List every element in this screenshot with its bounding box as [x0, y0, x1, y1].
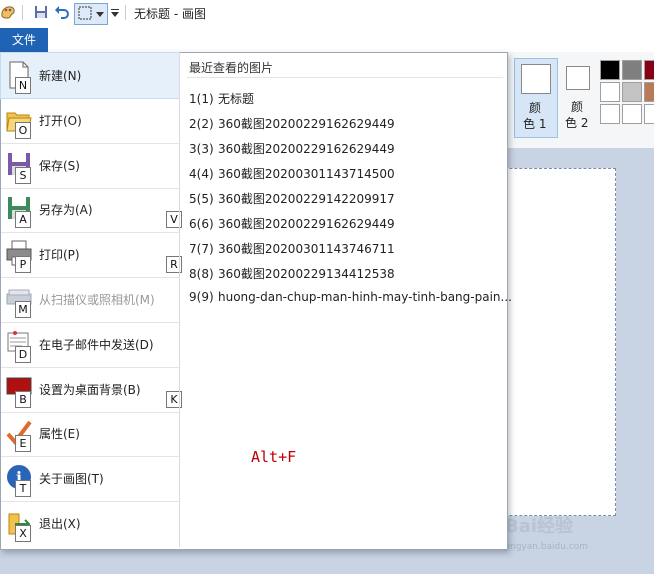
title-bar: 无标题 - 画图	[0, 0, 654, 26]
color2-swatch	[566, 66, 590, 90]
palette-swatch[interactable]	[622, 82, 642, 102]
recent-item-name: 360截图20200229142209917	[218, 192, 395, 206]
recent-item-number: 6(6)	[189, 217, 214, 231]
recent-pictures-list: 1(1) 无标题 2(2) 360截图20200229162629449 3(3) 360…	[1, 53, 512, 353]
palette-swatch[interactable]	[644, 104, 654, 124]
watermark-logo: Bai经验	[505, 516, 574, 537]
file-tab[interactable]: 文件	[0, 28, 48, 52]
recent-item-number: 1(1)	[189, 92, 214, 106]
quick-access-dropdown-icon[interactable]	[110, 8, 120, 18]
select-button[interactable]	[74, 3, 108, 25]
color2-label-line1: 颜	[571, 100, 584, 114]
recent-item-name: 360截图20200301143746711	[218, 242, 395, 256]
color1-label-line2: 色 1	[523, 117, 547, 131]
recent-picture-item[interactable]: 4(4) 360截图20200301143714500	[189, 165, 395, 182]
color2-label-line2: 色 2	[565, 116, 589, 130]
window-title: 无标题 - 画图	[134, 7, 206, 21]
menu-item-label: 关于画图(T)	[39, 472, 104, 487]
recent-item-name: 360截图20200229162629449	[218, 117, 395, 131]
recent-picture-item[interactable]: 7(7) 360截图20200301143746711	[189, 240, 395, 257]
file-menu: N 新建(N) O 打开(O) S 保存(S) A 另存为(A) V P 打印(P) R M 从扫描仪或照…	[0, 52, 512, 550]
access-key-badge: B	[15, 390, 31, 408]
save-icon[interactable]	[33, 4, 49, 20]
recent-item-number: 9(9)	[189, 290, 214, 304]
color1-label-line1: 颜	[529, 101, 542, 115]
menu-item-desktop-background[interactable]: B 设置为桌面背景(B) K	[1, 367, 182, 413]
access-key-badge: T	[15, 480, 31, 498]
recent-item-name: 360截图20200301143714500	[218, 167, 395, 181]
recent-item-name: 360截图20200229162629449	[218, 142, 395, 156]
recent-picture-item[interactable]: 2(2) 360截图20200229162629449	[189, 115, 395, 132]
color1-button[interactable]: 颜 色 1	[514, 58, 558, 138]
palette-swatch[interactable]	[600, 82, 620, 102]
palette-swatch[interactable]	[600, 60, 620, 80]
recent-picture-item[interactable]: 9(9) huong-dan-chup-man-hinh-may-tinh-ban…	[189, 290, 512, 304]
paint-app-icon[interactable]	[0, 4, 16, 20]
menu-item-properties[interactable]: E 属性(E)	[1, 411, 179, 458]
palette-swatch[interactable]	[600, 104, 620, 124]
color-palette	[600, 60, 654, 126]
recent-item-number: 8(8)	[189, 267, 214, 281]
watermark-url: jingyan.baidu.com	[505, 542, 589, 552]
recent-picture-item[interactable]: 6(6) 360截图20200229162629449	[189, 215, 395, 232]
menu-item-exit[interactable]: X 退出(X)	[1, 501, 179, 546]
shortcut-hint: Alt+F	[251, 448, 297, 466]
recent-item-name: 无标题	[218, 92, 255, 106]
access-key-badge: X	[15, 525, 31, 542]
menu-item-info[interactable]: i T 关于画图(T)	[1, 456, 179, 503]
toolbar-separator	[125, 5, 126, 20]
recent-item-number: 4(4)	[189, 167, 214, 181]
recent-picture-item[interactable]: 5(5) 360截图20200229142209917	[189, 190, 395, 207]
color1-swatch	[521, 64, 551, 94]
undo-icon[interactable]	[54, 4, 70, 20]
recent-picture-item[interactable]: 3(3) 360截图20200229162629449	[189, 140, 395, 157]
palette-swatch[interactable]	[622, 60, 642, 80]
chevron-down-icon	[96, 12, 104, 17]
access-key-badge: E	[15, 435, 31, 453]
recent-item-name: 360截图20200229162629449	[218, 217, 395, 231]
select-icon	[78, 6, 92, 20]
toolbar-separator	[22, 5, 23, 20]
recent-item-name: 360截图20200229134412538	[218, 267, 395, 281]
recent-picture-item[interactable]: 8(8) 360截图20200229134412538	[189, 265, 395, 282]
recent-item-number: 3(3)	[189, 142, 214, 156]
recent-item-name: huong-dan-chup-man-hinh-may-tinh-bang-pa…	[218, 290, 512, 304]
menu-item-label: 退出(X)	[39, 517, 81, 531]
menu-item-label: 设置为桌面背景(B)	[39, 382, 141, 397]
recent-item-number: 5(5)	[189, 192, 214, 206]
palette-swatch[interactable]	[622, 104, 642, 124]
palette-swatch[interactable]	[644, 60, 654, 80]
recent-item-number: 7(7)	[189, 242, 214, 256]
color2-button[interactable]: 颜 色 2	[560, 58, 596, 136]
recent-item-number: 2(2)	[189, 117, 214, 131]
palette-swatch[interactable]	[644, 82, 654, 102]
menu-item-label: 属性(E)	[39, 427, 80, 442]
recent-picture-item[interactable]: 1(1) 无标题	[189, 90, 254, 107]
